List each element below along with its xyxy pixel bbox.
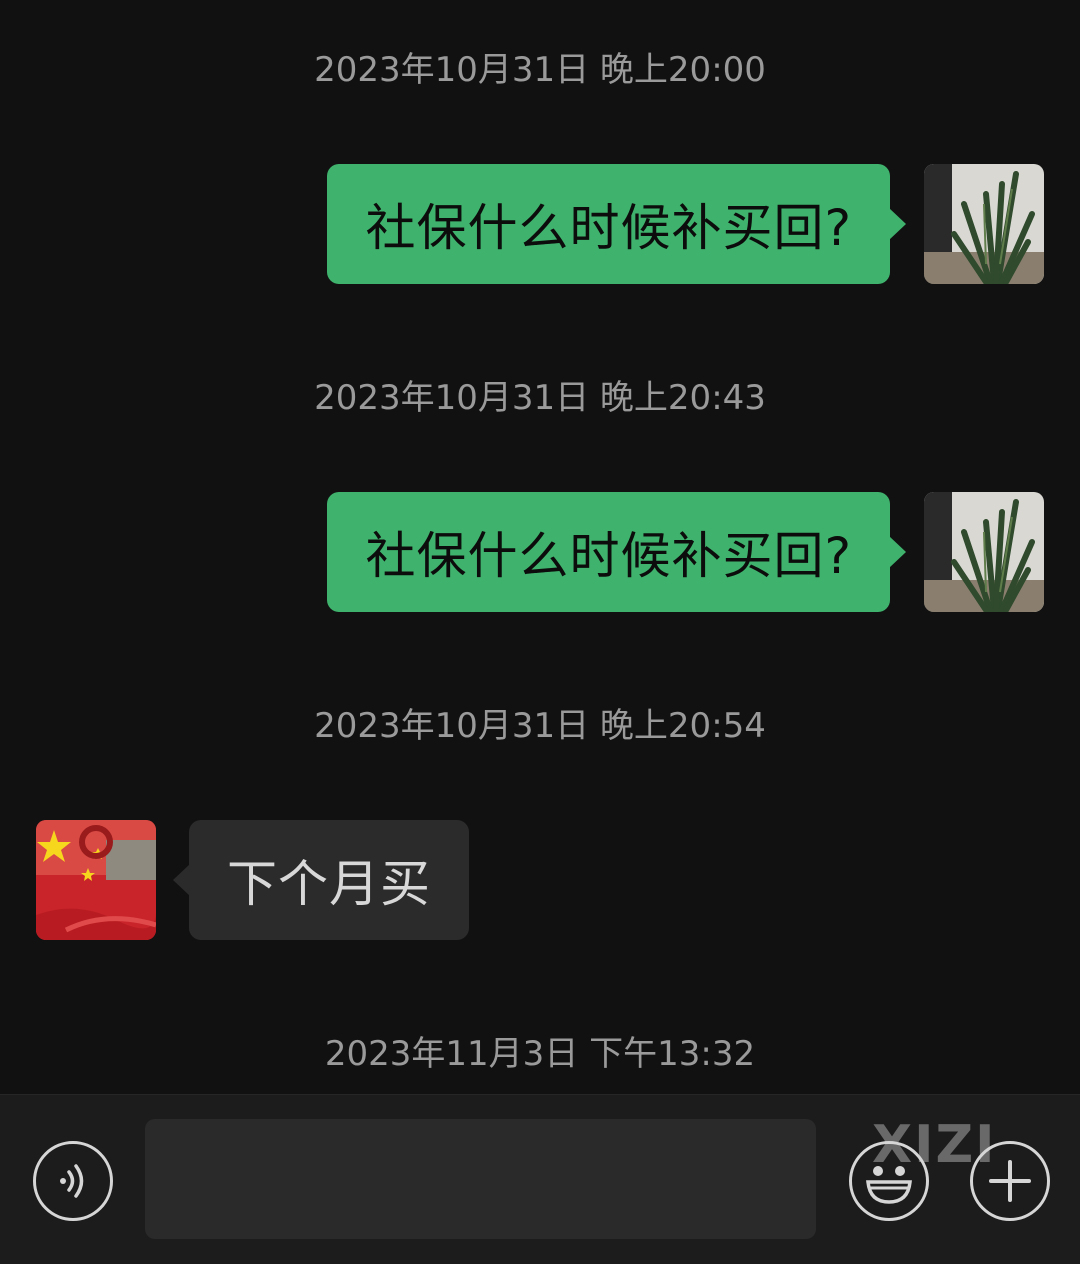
message-bubble-incoming[interactable]: 下个月买 [173,820,469,940]
message-bubble-outgoing[interactable]: 社保什么时候补买回? [327,164,906,284]
emoji-button[interactable] [849,1141,929,1221]
message-row-incoming: 下个月买 [0,820,1080,940]
message-text: 社保什么时候补买回? [365,527,852,585]
my-avatar[interactable] [924,164,1044,284]
more-button[interactable] [970,1141,1050,1221]
message-input[interactable] [145,1119,816,1239]
voice-icon [60,1164,84,1198]
message-bubble-outgoing[interactable]: 社保什么时候补买回? [327,492,906,612]
chat-input-bar: XIZI [0,1094,1080,1264]
timestamp: 2023年10月31日 晚上20:00 [314,50,766,90]
timestamp: 2023年10月31日 晚上20:43 [314,378,766,418]
plus-icon [989,1160,1031,1202]
timestamp: 2023年11月3日 下午13:32 [324,1034,756,1074]
message-row-outgoing: 社保什么时候补买回? [0,164,1080,284]
my-avatar[interactable] [924,492,1044,612]
message-text: 下个月买 [227,855,431,913]
timestamp: 2023年10月31日 晚上20:54 [314,706,766,746]
emoji-icon [866,1166,912,1204]
voice-button[interactable] [33,1141,113,1221]
message-text: 社保什么时候补买回? [365,199,852,257]
contact-avatar[interactable] [36,820,156,940]
message-row-outgoing: 社保什么时候补买回? [0,492,1080,612]
